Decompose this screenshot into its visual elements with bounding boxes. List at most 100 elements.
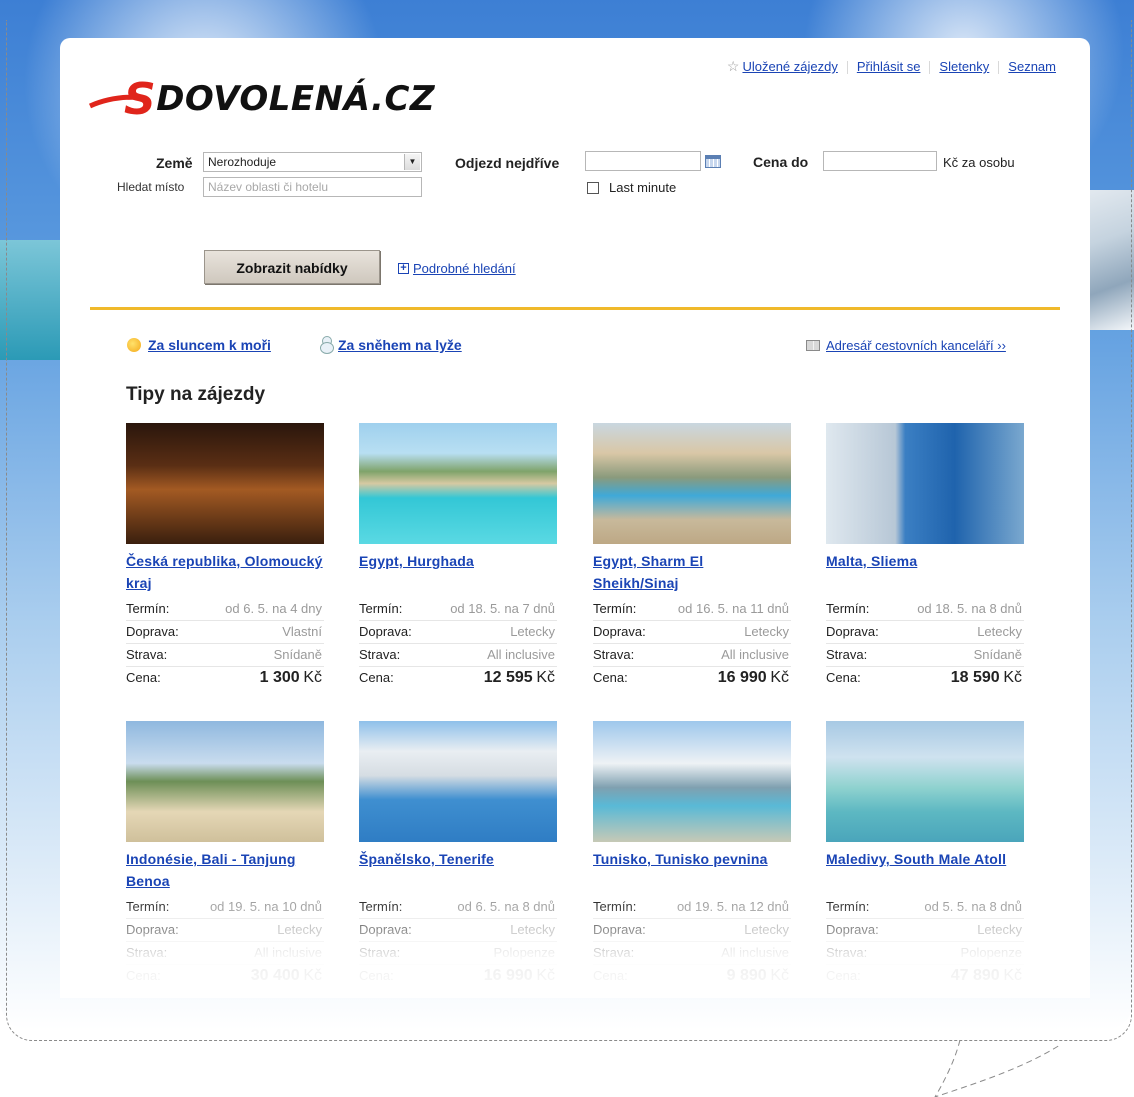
term-value: od 19. 5. na 12 dnů (676, 899, 789, 914)
offer-card[interactable]: Indonésie, Bali - Tanjung Benoa Termín: od… (126, 721, 324, 987)
term-value: od 6. 5. na 4 dny (225, 601, 322, 616)
offer-term-row: Termín: od 18. 5. na 7 dnů (359, 598, 557, 621)
offer-title-link[interactable]: Tunisko, Tunisko pevnina (593, 848, 791, 892)
offer-transport-row: Doprava: Letecky (359, 919, 557, 942)
board-value: Snídaně (973, 647, 1022, 662)
offer-transport-row: Doprava: Letecky (359, 621, 557, 644)
transport-value: Vlastní (282, 624, 322, 639)
transport-value: Letecky (977, 922, 1022, 937)
site-logo[interactable]: SDOVOLENÁ.CZ (88, 68, 438, 125)
agency-directory-link[interactable]: Adresář cestovních kanceláří ›› (826, 338, 1006, 353)
offer-title-link[interactable]: Maledivy, South Male Atoll (826, 848, 1024, 892)
price-amount: 16 990 (717, 669, 767, 686)
offer-card[interactable]: Španělsko, Tenerife Termín: od 6. 5. na 8 … (359, 721, 557, 987)
offer-photo[interactable] (593, 721, 791, 842)
board-label: Strava: (126, 647, 168, 662)
country-select[interactable]: Nerozhoduje ▼ (203, 152, 422, 172)
offer-term-row: Termín: od 6. 5. na 4 dny (126, 598, 324, 621)
place-search-input[interactable]: Název oblasti či hotelu (203, 177, 422, 197)
board-label: Strava: (826, 945, 868, 960)
offer-photo[interactable] (593, 423, 791, 544)
price-currency: Kč (536, 967, 555, 984)
offer-price-row: Cena: 16 990 Kč (359, 965, 557, 987)
offer-photo[interactable] (826, 721, 1024, 842)
country-select-value: Nerozhoduje (208, 155, 277, 169)
term-label: Termín: (359, 899, 403, 914)
term-label: Termín: (826, 601, 870, 616)
offer-price-row: Cena: 12 595 Kč (359, 667, 557, 689)
logo-text: SDOVOLENÁ.CZ (124, 70, 435, 125)
offer-title-link[interactable]: Egypt, Hurghada (359, 550, 557, 594)
last-minute-checkbox[interactable] (587, 182, 599, 194)
offer-card[interactable]: Egypt, Hurghada Termín: od 18. 5. na 7 dnů… (359, 423, 557, 689)
offer-title-link[interactable]: Indonésie, Bali - Tanjung Benoa (126, 848, 324, 892)
price-currency: Kč (303, 967, 322, 984)
price-label: Cena: (826, 670, 861, 685)
offer-card[interactable]: Malta, Sliema Termín: od 18. 5. na 8 dnů Do… (826, 423, 1024, 689)
offer-board-row: Strava: All inclusive (359, 644, 557, 667)
transport-label: Doprava: (359, 922, 412, 937)
snow-ski-link[interactable]: Za sněhem na lyže (338, 337, 462, 353)
last-minute-label: Last minute (609, 180, 677, 195)
plus-icon[interactable]: + (398, 263, 409, 274)
divider (998, 61, 1000, 75)
sletenky-link[interactable]: Sletenky (939, 59, 989, 74)
offer-details: Termín: od 18. 5. na 8 dnů Doprava: Letecky… (826, 598, 1024, 689)
price-amount: 16 990 (483, 967, 533, 984)
term-label: Termín: (126, 601, 170, 616)
offer-transport-row: Doprava: Vlastní (126, 621, 324, 644)
logo-initial: S (124, 74, 157, 125)
offer-photo[interactable] (126, 423, 324, 544)
board-label: Strava: (826, 647, 868, 662)
seznam-link[interactable]: Seznam (1008, 59, 1056, 74)
offer-title-link[interactable]: Malta, Sliema (826, 550, 1024, 594)
transport-label: Doprava: (126, 624, 179, 639)
price-amount: 18 590 (950, 669, 1000, 686)
offer-board-row: Strava: Polopenze (359, 942, 557, 965)
max-price-input[interactable] (823, 151, 937, 171)
transport-label: Doprava: (593, 922, 646, 937)
offer-photo[interactable] (826, 423, 1024, 544)
term-label: Termín: (359, 601, 403, 616)
offer-photo[interactable] (359, 721, 557, 842)
offer-details: Termín: od 16. 5. na 11 dnů Doprava: Leteck… (593, 598, 791, 689)
top-links: ☆ Uložené zájezdy Přihlásit se Sletenky Sezn… (727, 58, 1056, 75)
place-label: Hledat místo (117, 180, 185, 194)
board-value: Snídaně (273, 647, 322, 662)
price-label: Cena: (359, 670, 394, 685)
saved-trips-link[interactable]: Uložené zájezdy (742, 59, 837, 74)
advanced-search-link[interactable]: Podrobné hledání (413, 261, 516, 276)
departure-date-input[interactable] (585, 151, 701, 171)
offer-details: Termín: od 18. 5. na 7 dnů Doprava: Letecky… (359, 598, 557, 689)
offer-transport-row: Doprava: Letecky (593, 919, 791, 942)
offer-photo[interactable] (126, 721, 324, 842)
transport-label: Doprava: (826, 922, 879, 937)
offer-details: Termín: od 6. 5. na 4 dny Doprava: Vlastní S… (126, 598, 324, 689)
board-label: Strava: (593, 647, 635, 662)
price-value: 1 300 Kč (260, 667, 322, 689)
offer-photo[interactable] (359, 423, 557, 544)
board-value: All inclusive (254, 945, 322, 960)
offer-card[interactable]: Česká republika, Olomoucký kraj Termín: od… (126, 423, 324, 689)
offer-title-link[interactable]: Egypt, Sharm El Sheikh/Sinaj (593, 550, 791, 594)
offer-board-row: Strava: All inclusive (126, 942, 324, 965)
board-value: All inclusive (487, 647, 555, 662)
price-unit: Kč za osobu (943, 155, 1015, 170)
term-label: Termín: (126, 899, 170, 914)
tips-heading: Tipy na zájezdy (126, 384, 266, 405)
sun-and-sea-link[interactable]: Za sluncem k moři (148, 337, 271, 353)
price-currency: Kč (536, 669, 555, 686)
offer-title-link[interactable]: Česká republika, Olomoucký kraj (126, 550, 324, 594)
show-offers-button[interactable]: Zobrazit nabídky (204, 250, 380, 284)
term-value: od 16. 5. na 11 dnů (677, 601, 789, 616)
offer-card[interactable]: Maledivy, South Male Atoll Termín: od 5. 5… (826, 721, 1024, 987)
offer-title-link[interactable]: Španělsko, Tenerife (359, 848, 557, 892)
offer-card[interactable]: Egypt, Sharm El Sheikh/Sinaj Termín: od 16… (593, 423, 791, 689)
calendar-icon[interactable] (705, 155, 721, 168)
offer-transport-row: Doprava: Letecky (826, 919, 1024, 942)
price-amount: 9 890 (726, 967, 767, 984)
offer-card[interactable]: Tunisko, Tunisko pevnina Termín: od 19. 5.… (593, 721, 791, 987)
board-value: Polopenze (960, 945, 1022, 960)
board-label: Strava: (359, 647, 401, 662)
login-link[interactable]: Přihlásit se (857, 59, 921, 74)
